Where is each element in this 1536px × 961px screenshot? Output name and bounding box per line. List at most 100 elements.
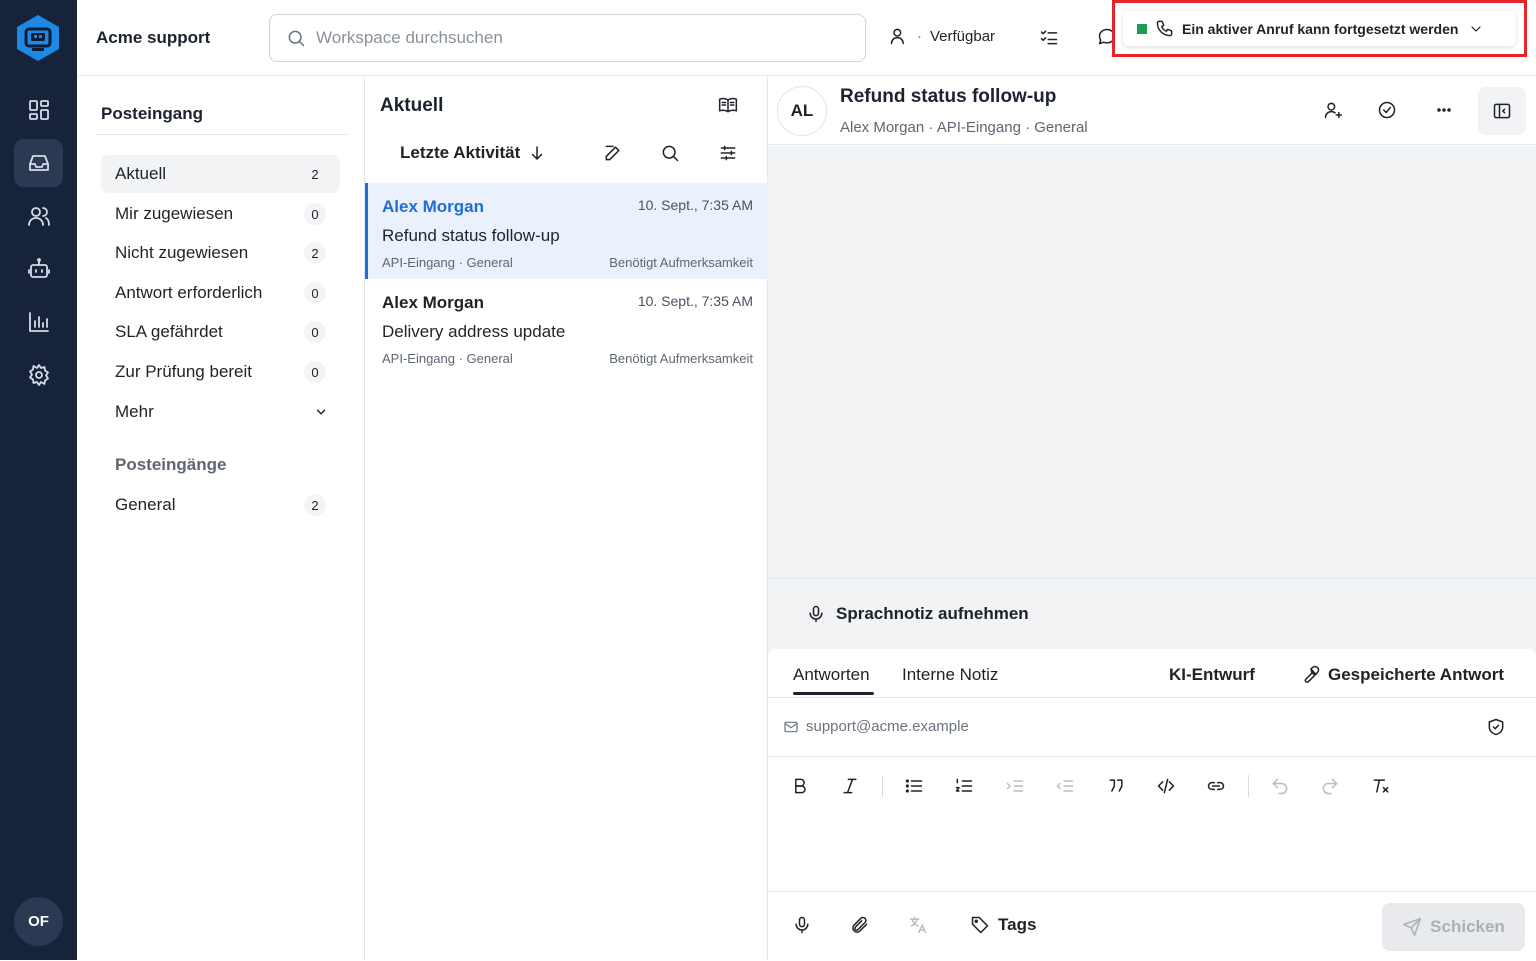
tasks-button[interactable] — [1039, 27, 1059, 47]
more-options-button[interactable] — [1434, 100, 1454, 120]
arrow-down-icon — [532, 146, 543, 160]
quote-button[interactable] — [1106, 776, 1126, 796]
inbox-sidebar: Posteingang Aktuell 2 Mir zugewiesen 0 N… — [77, 77, 365, 960]
code-button[interactable] — [1156, 776, 1176, 796]
sidebar-item-count: 2 — [304, 494, 326, 516]
bullet-list-button[interactable] — [904, 776, 924, 796]
sort-button[interactable]: Letzte Aktivität — [400, 143, 546, 163]
conversation-inbox: API-Eingang · General — [382, 351, 513, 366]
presence-status-button[interactable]: · Verfügbar — [889, 26, 995, 46]
user-icon — [889, 26, 909, 46]
undo-button[interactable] — [1270, 776, 1290, 796]
sidebar-item-zur-pruefung-bereit[interactable]: Zur Prüfung bereit 0 — [101, 353, 340, 391]
attach-button[interactable] — [850, 915, 870, 935]
translate-icon — [909, 916, 927, 934]
conversation-subject: Refund status follow-up — [382, 226, 560, 245]
sidebar-item-antwort-erforderlich[interactable]: Antwort erforderlich 0 — [101, 274, 340, 312]
security-button[interactable] — [1486, 717, 1506, 737]
sidebar-item-label: Mehr — [115, 402, 154, 421]
conversation-time: 10. Sept., 7:35 AM — [637, 293, 753, 309]
search-icon — [286, 28, 306, 48]
italic-button[interactable] — [840, 776, 860, 796]
indent-button[interactable] — [1005, 776, 1025, 796]
conversation-time: 10. Sept., 7:35 AM — [637, 197, 753, 213]
conversation-item[interactable]: Alex Morgan 10. Sept., 7:35 AM Refund st… — [365, 183, 768, 279]
reading-mode-button[interactable] — [718, 95, 738, 115]
divider — [768, 756, 1536, 757]
tab-reply[interactable]: Antworten — [793, 665, 870, 685]
tab-internal-note[interactable]: Interne Notiz — [902, 665, 998, 685]
sidebar-item-sla-gefaehrdet[interactable]: SLA gefährdet 0 — [101, 313, 340, 351]
divider — [768, 697, 1536, 698]
sidebar-item-label: Mir zugewiesen — [115, 204, 234, 223]
ai-draft-button[interactable]: KI-Entwurf — [1169, 665, 1255, 685]
top-bar: Acme support · Verfügbar Ein aktiver Anr… — [77, 0, 1536, 76]
filter-button[interactable] — [718, 143, 738, 163]
sidebar-item-count: 0 — [304, 361, 326, 383]
wrench-icon — [1300, 665, 1320, 685]
outdent-button[interactable] — [1055, 776, 1075, 796]
sidebar-item-mehr[interactable]: Mehr — [101, 393, 340, 431]
divider — [96, 134, 349, 135]
redo-button[interactable] — [1320, 776, 1340, 796]
voice-note-button[interactable]: Sprachnotiz aufnehmen — [806, 604, 1029, 624]
reports-nav[interactable] — [14, 298, 63, 346]
send-button[interactable]: Schicken — [1382, 903, 1525, 951]
link-button[interactable] — [1206, 776, 1226, 796]
bold-button[interactable] — [790, 776, 810, 796]
active-call-banner[interactable]: Ein aktiver Anruf kann fortgesetzt werde… — [1112, 0, 1527, 57]
dashboard-nav[interactable] — [14, 86, 63, 134]
conversation-contact: Alex Morgan — [382, 293, 485, 312]
sidebar-item-count: 2 — [304, 242, 326, 264]
compose-button[interactable] — [603, 143, 623, 163]
sidebar-item-label: Antwort erforderlich — [115, 283, 263, 302]
toolbar-separator — [1248, 775, 1249, 797]
from-address[interactable]: support@acme.example — [783, 718, 969, 735]
assign-button[interactable] — [1323, 100, 1343, 120]
user-avatar[interactable]: OF — [14, 897, 63, 946]
inbox-nav[interactable] — [14, 139, 63, 187]
workspace-search[interactable] — [269, 14, 866, 62]
sidebar-item-general[interactable]: General 2 — [101, 486, 340, 524]
list-search-button[interactable] — [660, 143, 680, 163]
record-audio-button[interactable] — [792, 915, 812, 935]
conversation-meta: Alex Morgan · API-Eingang · General — [840, 119, 1088, 136]
translate-button[interactable] — [908, 915, 928, 935]
toolbar-separator — [882, 775, 883, 797]
reports-icon — [28, 312, 49, 332]
sidebar-item-aktuell[interactable]: Aktuell 2 — [101, 155, 340, 193]
active-call-pill[interactable]: Ein aktiver Anruf kann fortgesetzt werde… — [1123, 11, 1516, 46]
sort-label: Letzte Aktivität — [400, 143, 521, 162]
saved-reply-label: Gespeicherte Antwort — [1328, 665, 1505, 684]
chevron-down-icon — [1468, 21, 1484, 37]
clear-formatting-button[interactable] — [1371, 776, 1391, 796]
conversation-item[interactable]: Alex Morgan 10. Sept., 7:35 AM Delivery … — [365, 279, 768, 375]
chevron-down-icon — [314, 405, 328, 419]
bot-nav[interactable] — [14, 245, 63, 293]
sidebar-item-label: Nicht zugewiesen — [115, 243, 249, 262]
more-horizontal-icon — [1437, 108, 1451, 112]
search-input[interactable] — [316, 28, 836, 48]
numbered-list-button[interactable] — [954, 776, 974, 796]
panel-left-icon — [1493, 103, 1511, 119]
toggle-side-panel-button[interactable] — [1478, 87, 1526, 135]
contacts-nav[interactable] — [14, 192, 63, 240]
active-tab-indicator — [793, 692, 874, 695]
sidebar-item-count: 0 — [304, 203, 326, 225]
tag-icon — [970, 915, 990, 935]
contact-avatar[interactable]: AL — [777, 86, 827, 136]
bold-icon — [795, 778, 806, 794]
bot-icon — [27, 258, 50, 278]
app-logo[interactable] — [15, 14, 61, 62]
sidebar-item-mir-zugewiesen[interactable]: Mir zugewiesen 0 — [101, 195, 340, 233]
message-editor[interactable] — [768, 809, 1536, 889]
sidebar-item-nicht-zugewiesen[interactable]: Nicht zugewiesen 2 — [101, 234, 340, 272]
saved-reply-button[interactable]: Gespeicherte Antwort — [1300, 665, 1504, 685]
italic-icon — [843, 778, 857, 794]
settings-nav[interactable] — [14, 351, 63, 399]
tags-button[interactable]: Tags — [970, 915, 1036, 935]
presence-label: Verfügbar — [930, 27, 996, 45]
indent-icon — [1006, 780, 1024, 792]
resolve-button[interactable] — [1377, 100, 1397, 120]
dashboard-icon — [28, 100, 49, 120]
